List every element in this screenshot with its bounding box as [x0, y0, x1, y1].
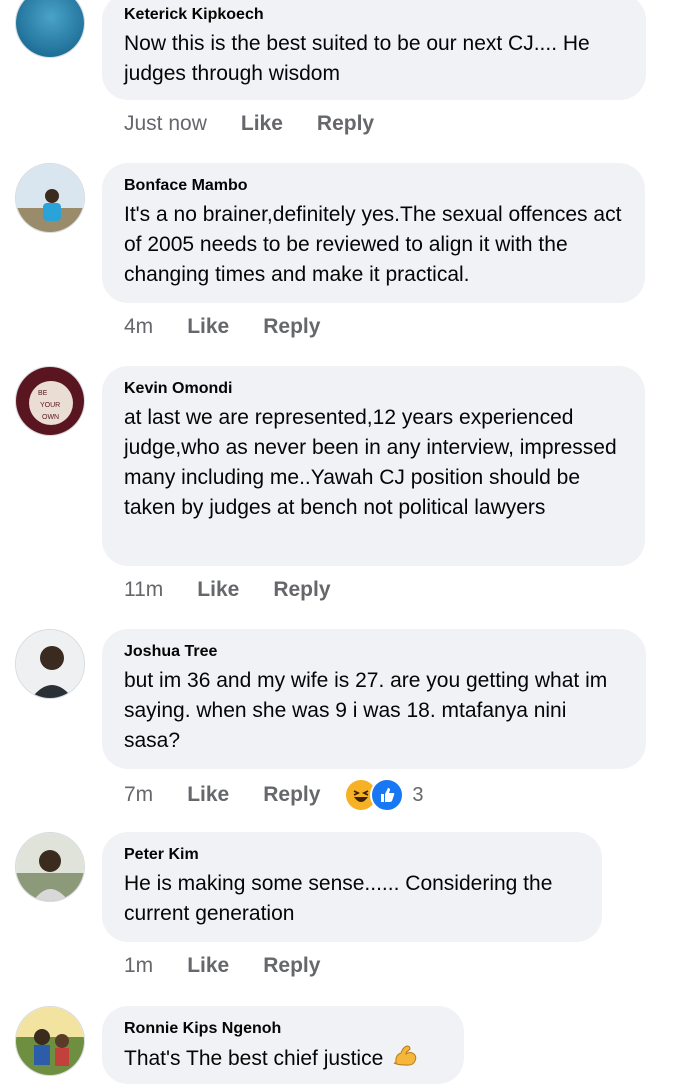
comment-author[interactable]: Peter Kim: [124, 846, 580, 864]
svg-text:BE: BE: [38, 390, 48, 397]
comment-time[interactable]: Just now: [124, 112, 207, 136]
like-button[interactable]: Like: [187, 315, 229, 339]
comment-actions: 1m Like Reply: [124, 954, 354, 978]
reaction-count: 3: [412, 783, 424, 806]
comment-time[interactable]: 11m: [124, 578, 163, 602]
reply-button[interactable]: Reply: [263, 783, 320, 807]
comment-text: He is making some sense...... Considerin…: [124, 872, 553, 925]
reactions-summary[interactable]: 3: [346, 778, 424, 812]
like-button[interactable]: Like: [197, 578, 239, 602]
flexed-biceps-icon: [393, 1043, 419, 1076]
comment-time[interactable]: 4m: [124, 315, 153, 339]
like-button[interactable]: Like: [187, 954, 229, 978]
like-button[interactable]: Like: [187, 783, 229, 807]
comment-text-content: That's The best chief justice: [124, 1047, 384, 1071]
reply-button[interactable]: Reply: [263, 954, 320, 978]
comment-bubble: Joshua Tree but im 36 and my wife is 27.…: [102, 629, 646, 769]
comment-text: but im 36 and my wife is 27. are you get…: [124, 669, 608, 752]
comment-author[interactable]: Bonface Mambo: [124, 177, 623, 195]
comment-author[interactable]: Ronnie Kips Ngenoh: [124, 1020, 442, 1038]
comment-bubble: Kevin Omondi at last we are represented,…: [102, 366, 645, 566]
like-icon: [370, 778, 405, 812]
comment-bubble: Bonface Mambo It's a no brainer,definite…: [102, 163, 645, 303]
avatar[interactable]: [15, 629, 85, 699]
svg-text:YOUR: YOUR: [40, 402, 60, 409]
reply-button[interactable]: Reply: [317, 112, 374, 136]
comment-text: That's The best chief justice: [124, 1043, 442, 1076]
reply-button[interactable]: Reply: [263, 315, 320, 339]
comment-bubble: Ronnie Kips Ngenoh That's The best chief…: [102, 1006, 464, 1084]
avatar[interactable]: [15, 1006, 85, 1076]
comment-text: Now this is the best suited to be our ne…: [124, 32, 590, 85]
avatar[interactable]: [15, 163, 85, 233]
comment-bubble: Keterick Kipkoech Now this is the best s…: [102, 0, 646, 100]
comment-actions: 4m Like Reply: [124, 315, 354, 339]
svg-text:OWN: OWN: [42, 414, 59, 421]
comment-actions: 11m Like Reply: [124, 578, 365, 602]
avatar[interactable]: [15, 832, 85, 902]
comment-actions: Just now Like Reply: [124, 112, 408, 136]
comment-author[interactable]: Keterick Kipkoech: [124, 6, 624, 24]
comment-author[interactable]: Joshua Tree: [124, 643, 624, 661]
comment-author[interactable]: Kevin Omondi: [124, 380, 623, 398]
comment-time[interactable]: 1m: [124, 954, 153, 978]
comment-text: at last we are represented,12 years expe…: [124, 406, 617, 519]
comment-text: It's a no brainer,definitely yes.The sex…: [124, 203, 622, 286]
like-button[interactable]: Like: [241, 112, 283, 136]
comment-actions: 7m Like Reply 3: [124, 778, 424, 812]
comment-bubble: Peter Kim He is making some sense...... …: [102, 832, 602, 942]
reply-button[interactable]: Reply: [273, 578, 330, 602]
comment-time[interactable]: 7m: [124, 783, 153, 807]
avatar[interactable]: [15, 0, 85, 58]
avatar[interactable]: BE YOUR OWN: [15, 366, 85, 436]
